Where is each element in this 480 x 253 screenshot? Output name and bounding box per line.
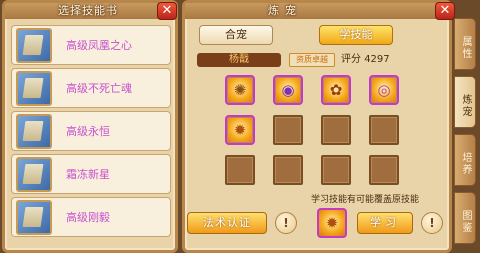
empty-skill-slot[interactable] (369, 115, 399, 145)
skill-book-icon (16, 157, 52, 192)
skill-book-name: 高级刚毅 (66, 211, 110, 224)
phoenix-skill-icon: ✺ (233, 81, 247, 99)
vortex-skill-icon: ◉ (281, 81, 295, 99)
tab-cultivate[interactable]: 培养 (454, 134, 476, 186)
skill-book-item[interactable]: 高级刚毅 (11, 197, 171, 237)
skill-book-name: 高级不死亡魂 (66, 82, 132, 95)
skill-book-item[interactable]: 高级凤凰之心 (11, 25, 171, 65)
skill-book-name: 高级永恒 (66, 125, 110, 138)
pet-name: 杨戬 (197, 53, 281, 67)
skill-book-panel-title: 选择技能书 (58, 4, 118, 17)
side-tab-bar: 属性 炼宠 培养 图鉴 (454, 18, 478, 248)
pet-skill-grid: ✺ ◉ ✿ ◎ ✹ (225, 75, 415, 185)
merge-pet-tab[interactable]: 合宠 (199, 25, 273, 45)
learn-button[interactable]: 学习 (357, 212, 413, 234)
empty-skill-slot[interactable] (273, 155, 303, 185)
empty-skill-slot[interactable] (273, 115, 303, 145)
pet-refine-panel-header: 炼宠 ✕ (185, 2, 455, 20)
skill-book-item[interactable]: 高级永恒 (11, 111, 171, 151)
pet-score-value: 4297 (364, 54, 390, 65)
flame-skill-icon: ✹ (325, 214, 339, 232)
skill-book-item[interactable]: 霜冻新星 (11, 154, 171, 194)
pet-score: 评分 4297 (341, 53, 390, 67)
skill-slot[interactable]: ◉ (273, 75, 303, 105)
skill-slot[interactable]: ✹ (225, 115, 255, 145)
skill-book-panel-header: 选择技能书 ✕ (5, 2, 177, 20)
selected-skill-book-slot[interactable]: ✹ (317, 208, 347, 238)
skill-book-icon (16, 71, 52, 106)
skill-book-icon (16, 28, 52, 63)
pet-refine-panel: 炼宠 ✕ 合宠 学技能 杨戬 资质卓越 评分 4297 ✺ ◉ ✿ ◎ ✹ 学习… (182, 0, 455, 253)
tab-attributes[interactable]: 属性 (454, 18, 476, 70)
learn-skill-tab[interactable]: 学技能 (319, 25, 393, 45)
flame-skill-icon: ✹ (233, 121, 247, 139)
pet-score-label: 评分 (341, 54, 361, 65)
skill-book-name: 霜冻新星 (66, 168, 110, 181)
skill-slot[interactable]: ✿ (321, 75, 351, 105)
skill-book-icon (16, 200, 52, 235)
skill-book-list: 高级凤凰之心 高级不死亡魂 高级永恒 霜冻新星 高级刚毅 (11, 25, 171, 240)
overwrite-warning-text: 学习技能有可能覆盖原技能 (311, 195, 420, 205)
skill-book-panel: 选择技能书 ✕ 高级凤凰之心 高级不死亡魂 高级永恒 霜冻新星 高级刚毅 (2, 0, 178, 253)
skill-slot[interactable]: ◎ (369, 75, 399, 105)
pet-refine-panel-title: 炼宠 (268, 4, 302, 17)
empty-skill-slot[interactable] (225, 155, 255, 185)
skill-book-icon (16, 114, 52, 149)
empty-skill-slot[interactable] (321, 115, 351, 145)
beast-skill-icon: ✿ (329, 81, 343, 99)
pet-quality-badge: 资质卓越 (289, 53, 335, 67)
empty-skill-slot[interactable] (321, 155, 351, 185)
close-skill-book-panel-button[interactable]: ✕ (157, 2, 177, 20)
swirl-skill-icon: ◎ (377, 81, 391, 99)
close-pet-refine-panel-button[interactable]: ✕ (435, 2, 455, 20)
skill-slot[interactable]: ✺ (225, 75, 255, 105)
tab-handbook[interactable]: 图鉴 (454, 192, 476, 244)
learn-info-icon[interactable]: ! (421, 212, 443, 234)
tab-pet-refine[interactable]: 炼宠 (454, 76, 476, 128)
skill-book-item[interactable]: 高级不死亡魂 (11, 68, 171, 108)
skill-book-name: 高级凤凰之心 (66, 39, 132, 52)
spell-certify-button[interactable]: 法术认证 (187, 212, 267, 234)
certify-info-icon[interactable]: ! (275, 212, 297, 234)
empty-skill-slot[interactable] (369, 155, 399, 185)
